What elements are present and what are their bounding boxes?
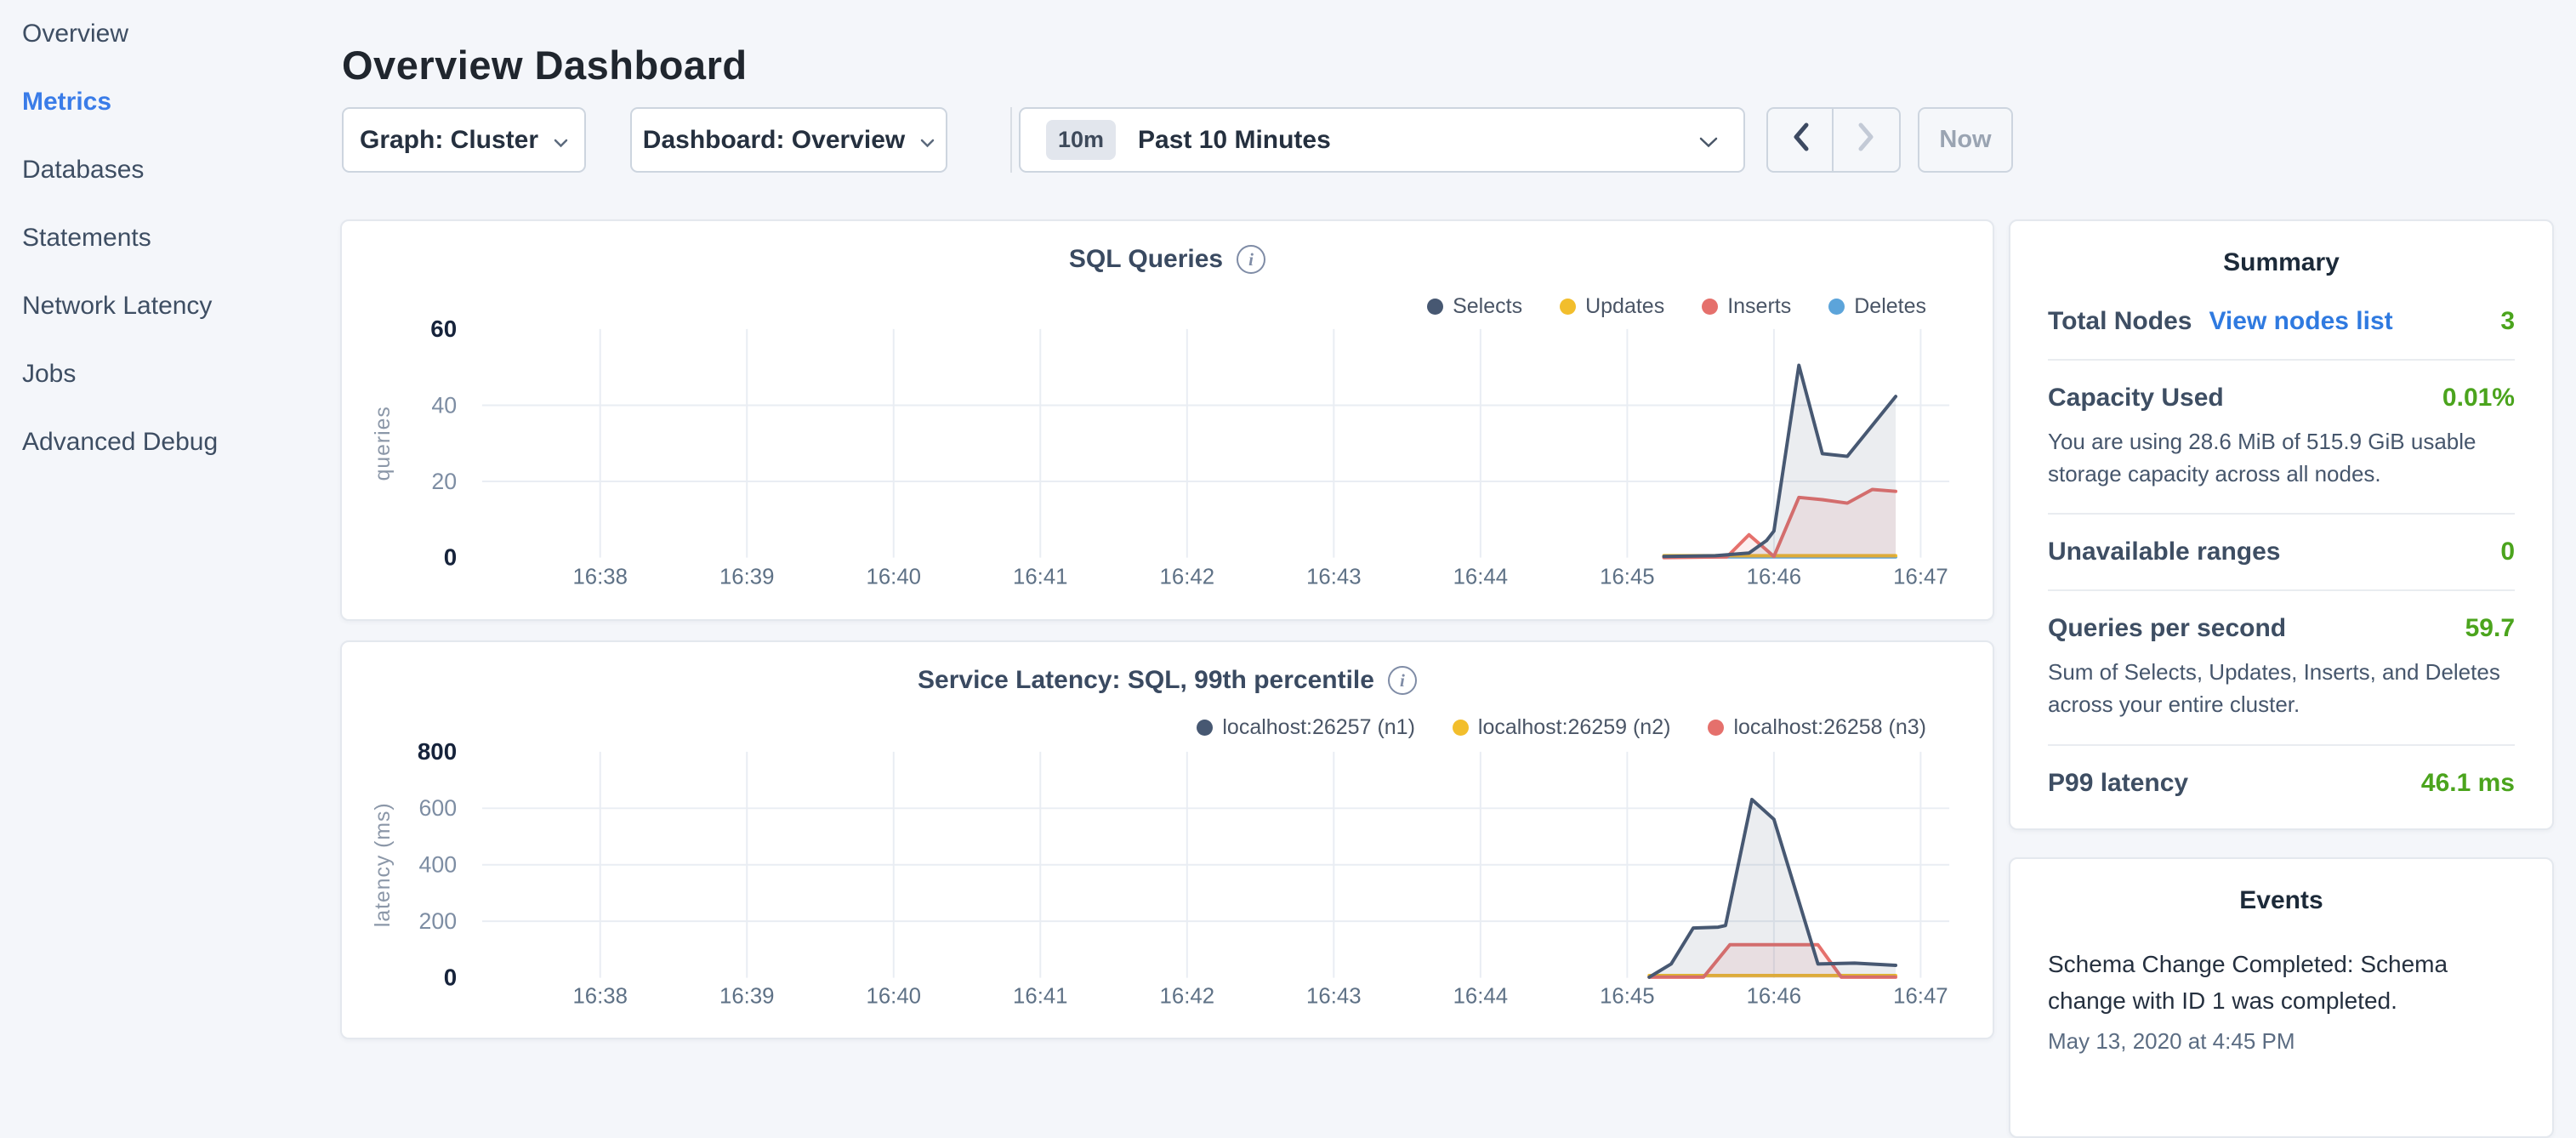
chevron-right-icon bbox=[1857, 122, 1876, 159]
time-window-nav bbox=[1766, 107, 1901, 173]
svg-text:20: 20 bbox=[431, 469, 457, 494]
summary-row: P99 latency 46.1 ms bbox=[2048, 746, 2515, 821]
summary-heading: Summary bbox=[2010, 221, 2552, 277]
svg-text:16:40: 16:40 bbox=[867, 565, 921, 589]
time-range-selector[interactable]: 10m Past 10 Minutes bbox=[1019, 107, 1745, 173]
svg-text:0: 0 bbox=[444, 964, 457, 991]
svg-text:16:41: 16:41 bbox=[1013, 565, 1067, 589]
summary-row-label: Unavailable ranges bbox=[2048, 538, 2280, 566]
controls-divider bbox=[1010, 107, 1012, 173]
summary-row-description: You are using 28.6 MiB of 515.9 GiB usab… bbox=[2048, 426, 2515, 490]
summary-row-value: 59.7 bbox=[2465, 614, 2515, 643]
previous-time-window-button[interactable] bbox=[1768, 109, 1834, 171]
svg-text:400: 400 bbox=[419, 852, 458, 878]
summary-row: Unavailable ranges 0 bbox=[2048, 515, 2515, 591]
svg-text:queries: queries bbox=[372, 406, 395, 481]
summary-row-label: P99 latency bbox=[2048, 769, 2188, 798]
sidebar-item-overview[interactable]: Overview bbox=[22, 0, 311, 68]
sql-queries-plot[interactable]: 16:38 16:39 16:40 16:41 16:42 16:43 16:44 16:45… bbox=[342, 221, 1993, 619]
svg-text:16:42: 16:42 bbox=[1160, 565, 1214, 589]
svg-text:16:46: 16:46 bbox=[1747, 984, 1801, 1008]
svg-text:16:43: 16:43 bbox=[1306, 984, 1361, 1008]
next-time-window-button[interactable] bbox=[1834, 109, 1899, 171]
summary-row-label: Capacity Used bbox=[2048, 384, 2224, 413]
svg-text:16:38: 16:38 bbox=[572, 565, 627, 589]
summary-row-value: 0.01% bbox=[2442, 384, 2515, 413]
summary-rows: Total Nodes View nodes list 3 Capacity Used… bbox=[2010, 277, 2552, 821]
svg-text:800: 800 bbox=[418, 738, 457, 765]
summary-row: Queries per second 59.7 Sum of Selects, Up… bbox=[2048, 591, 2515, 745]
service-latency-panel: Service Latency: SQL, 99th percentile i … bbox=[340, 640, 1994, 1039]
event-text: Schema Change Completed: Schema change w… bbox=[2048, 946, 2515, 1020]
view-nodes-list-link[interactable]: View nodes list bbox=[2209, 307, 2392, 336]
svg-text:16:40: 16:40 bbox=[867, 984, 921, 1008]
svg-text:60: 60 bbox=[430, 316, 457, 342]
time-range-label: Past 10 Minutes bbox=[1138, 126, 1699, 155]
events-heading: Events bbox=[2010, 859, 2552, 915]
events-list: Schema Change Completed: Schema change w… bbox=[2010, 946, 2552, 1055]
graph-scope-dropdown-label: Graph: Cluster bbox=[360, 126, 538, 155]
sidebar-item-network-latency[interactable]: Network Latency bbox=[22, 272, 311, 340]
chevron-left-icon bbox=[1791, 122, 1810, 159]
svg-text:16:42: 16:42 bbox=[1160, 984, 1214, 1008]
svg-text:0: 0 bbox=[444, 544, 457, 571]
sidebar-item-metrics[interactable]: Metrics bbox=[22, 68, 311, 136]
summary-row: Capacity Used 0.01% You are using 28.6 MiB… bbox=[2048, 361, 2515, 515]
svg-text:600: 600 bbox=[419, 795, 458, 821]
summary-row-value: 3 bbox=[2500, 307, 2515, 336]
summary-row-value: 0 bbox=[2500, 538, 2515, 566]
sidebar-item-jobs[interactable]: Jobs bbox=[22, 340, 311, 408]
events-panel: Events Schema Change Completed: Schema c… bbox=[2009, 857, 2554, 1138]
page-title: Overview Dashboard bbox=[342, 42, 748, 88]
svg-text:16:39: 16:39 bbox=[719, 565, 774, 589]
svg-text:16:47: 16:47 bbox=[1893, 565, 1948, 589]
svg-text:latency (ms): latency (ms) bbox=[372, 802, 395, 927]
sidebar-item-statements[interactable]: Statements bbox=[22, 204, 311, 272]
summary-panel: Summary Total Nodes View nodes list 3 Capac… bbox=[2009, 219, 2554, 830]
sidebar-item-databases[interactable]: Databases bbox=[22, 136, 311, 204]
chevron-down-icon bbox=[920, 126, 935, 155]
summary-row: Total Nodes View nodes list 3 bbox=[2048, 284, 2515, 361]
sql-queries-panel: SQL Queries i SelectsUpdatesInsertsDelet… bbox=[340, 219, 1994, 621]
svg-text:16:41: 16:41 bbox=[1013, 984, 1067, 1008]
now-button[interactable]: Now bbox=[1918, 107, 2013, 173]
dashboard-dropdown[interactable]: Dashboard: Overview bbox=[630, 107, 947, 173]
svg-text:16:45: 16:45 bbox=[1600, 565, 1654, 589]
svg-text:16:46: 16:46 bbox=[1747, 565, 1801, 589]
svg-text:16:44: 16:44 bbox=[1453, 984, 1508, 1008]
chevron-down-icon bbox=[1699, 126, 1718, 155]
svg-text:16:38: 16:38 bbox=[572, 984, 627, 1008]
graph-scope-dropdown[interactable]: Graph: Cluster bbox=[342, 107, 586, 173]
summary-row-description: Sum of Selects, Updates, Inserts, and De… bbox=[2048, 657, 2515, 720]
summary-row-label: Queries per second bbox=[2048, 614, 2286, 643]
service-latency-plot[interactable]: 16:38 16:39 16:40 16:41 16:42 16:43 16:44 16:45… bbox=[342, 642, 1993, 1038]
sidebar: OverviewMetricsDatabasesStatementsNetwor… bbox=[22, 0, 311, 476]
sidebar-item-advanced-debug[interactable]: Advanced Debug bbox=[22, 408, 311, 476]
svg-text:16:45: 16:45 bbox=[1600, 984, 1654, 1008]
event-timestamp: May 13, 2020 at 4:45 PM bbox=[2048, 1028, 2515, 1055]
svg-text:16:44: 16:44 bbox=[1453, 565, 1508, 589]
dashboard-dropdown-label: Dashboard: Overview bbox=[643, 126, 905, 155]
svg-text:16:43: 16:43 bbox=[1306, 565, 1361, 589]
chevron-down-icon bbox=[554, 126, 568, 155]
svg-text:16:39: 16:39 bbox=[719, 984, 774, 1008]
svg-text:40: 40 bbox=[431, 392, 457, 418]
summary-row-value: 46.1 ms bbox=[2421, 769, 2515, 798]
summary-row-label: Total Nodes bbox=[2048, 307, 2192, 336]
svg-text:16:47: 16:47 bbox=[1893, 984, 1948, 1008]
time-range-badge: 10m bbox=[1046, 120, 1116, 160]
svg-text:200: 200 bbox=[419, 908, 458, 934]
